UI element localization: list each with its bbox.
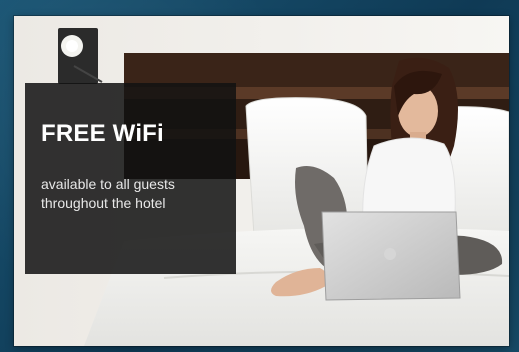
promo-subtitle: available to all guests throughout the h…: [41, 175, 220, 213]
promo-title: FREE WiFi: [41, 120, 164, 147]
wifi-promo-banner: FREE WiFi available to all guests throug…: [14, 16, 509, 346]
wall-lamp-icon: [58, 28, 103, 84]
wifi-promo-overlay: FREE WiFi available to all guests throug…: [25, 83, 236, 274]
promo-subtitle-line-2: throughout the hotel: [41, 195, 166, 211]
promo-subtitle-line-1: available to all guests: [41, 176, 175, 192]
laptop-icon: [321, 211, 461, 301]
